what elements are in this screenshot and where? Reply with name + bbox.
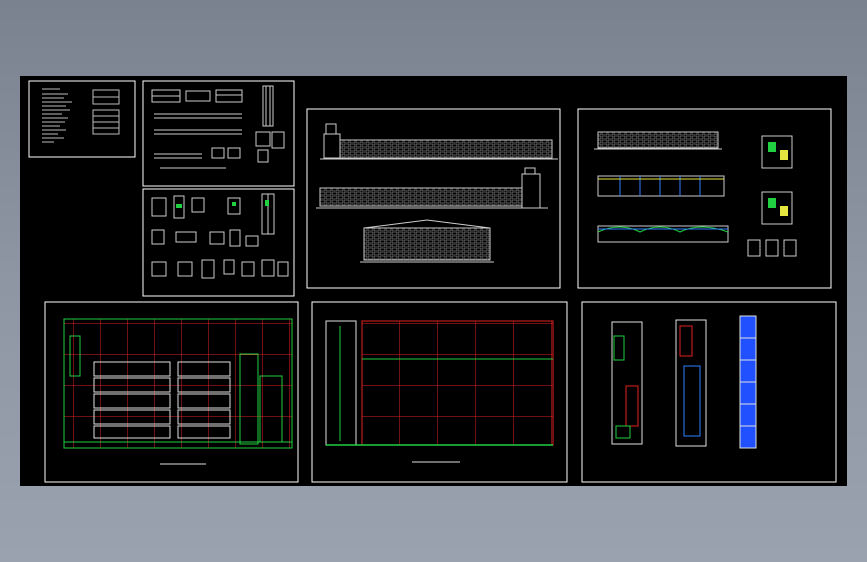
cad-drawing-canvas[interactable] [20, 76, 847, 486]
office-plan-3 [739, 315, 757, 449]
section-b [597, 225, 729, 243]
elevation-rear [316, 167, 548, 209]
elevation-side [360, 219, 494, 263]
office-plans-sheet[interactable] [581, 301, 837, 483]
section-elevation [594, 131, 722, 150]
section-a [597, 175, 725, 197]
notes-table [92, 89, 120, 135]
notes-text-lines [42, 88, 72, 143]
detail-drawings [151, 193, 289, 279]
office-plan-1 [611, 321, 643, 445]
sections-sheet[interactable] [577, 108, 832, 289]
details-sheet-b[interactable] [142, 188, 295, 297]
roof-grid [361, 320, 554, 446]
detail-highlights [176, 200, 269, 208]
profile-sections [151, 85, 285, 169]
stair-sections [747, 135, 797, 257]
roof-plan-sheet[interactable] [311, 301, 568, 483]
office-block [325, 320, 357, 446]
elevation-front [320, 123, 558, 160]
details-sheet-a[interactable] [142, 80, 295, 187]
office-plan-2 [675, 319, 707, 447]
notes-sheet[interactable] [28, 80, 136, 158]
drawing-sheets-svg [28, 80, 837, 483]
elevations-sheet[interactable] [306, 108, 561, 289]
floor-plan-sheet[interactable] [44, 301, 299, 483]
